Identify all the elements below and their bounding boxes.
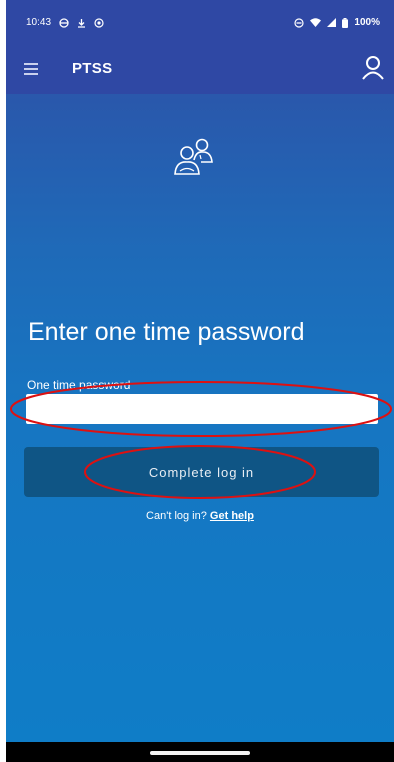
app-bar: PTSS bbox=[6, 46, 394, 94]
battery-level: 100% bbox=[354, 17, 380, 28]
status-left: 10:43 bbox=[26, 17, 104, 28]
menu-icon[interactable] bbox=[24, 60, 44, 78]
help-prefix: Can't log in? bbox=[146, 510, 207, 522]
do-not-disturb-icon bbox=[294, 17, 305, 28]
download-icon bbox=[78, 18, 86, 28]
complete-login-button[interactable]: Complete log in bbox=[24, 447, 379, 497]
system-nav-bar bbox=[6, 742, 394, 762]
sync-icon bbox=[59, 17, 69, 28]
status-bar: 10:43 100% bbox=[6, 0, 394, 46]
location-icon bbox=[94, 17, 104, 28]
app-title: PTSS bbox=[72, 60, 113, 77]
home-handle[interactable] bbox=[150, 751, 250, 755]
status-right: 100% bbox=[294, 17, 380, 28]
otp-label: One time password bbox=[27, 378, 131, 392]
signal-icon bbox=[327, 18, 337, 27]
help-line: Can't log in? Get help bbox=[6, 510, 394, 522]
get-help-link[interactable]: Get help bbox=[210, 510, 254, 522]
page-heading: Enter one time password bbox=[28, 318, 305, 346]
otp-input[interactable] bbox=[26, 394, 378, 424]
users-icon bbox=[174, 138, 213, 175]
battery-icon bbox=[342, 17, 349, 28]
wifi-icon bbox=[310, 18, 322, 27]
status-time: 10:43 bbox=[26, 17, 52, 28]
app-screen: 10:43 100% PTSS Enter one time password … bbox=[6, 0, 394, 742]
account-icon[interactable] bbox=[360, 54, 386, 82]
